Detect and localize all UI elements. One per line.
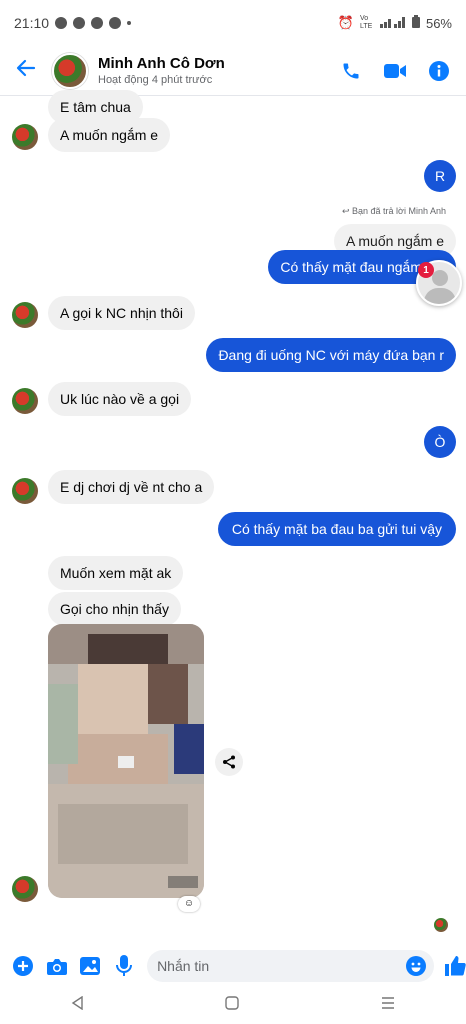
chat-notification-icon — [73, 17, 86, 29]
nav-back-icon[interactable] — [71, 995, 83, 1015]
system-navigation-bar — [0, 986, 466, 1024]
network-label: Vo LTE — [359, 15, 373, 30]
sender-avatar[interactable] — [12, 124, 38, 150]
signal-icon — [379, 16, 406, 31]
video-attachment[interactable] — [48, 624, 204, 898]
back-arrow-icon[interactable] — [14, 58, 38, 84]
nav-home-icon[interactable] — [225, 995, 239, 1015]
incoming-message[interactable]: Muốn xem mặt ak — [48, 556, 184, 590]
message-thread[interactable]: E tâm chua A muốn ngắm e R ↩ Bạn đã trả … — [0, 90, 466, 940]
chat-head-avatar-head — [432, 270, 448, 286]
reply-indicator: ↩ Bạn đã trả lời Minh Anh — [342, 206, 446, 217]
contact-info[interactable]: Minh Anh Cô Dơn Hoạt động 4 phút trước — [98, 55, 225, 86]
reply-note-text: Bạn đã trả lời Minh Anh — [352, 206, 446, 216]
outgoing-message[interactable]: Ò — [424, 426, 456, 458]
contact-avatar[interactable] — [52, 52, 88, 89]
incoming-message[interactable]: A muốn ngắm e — [48, 118, 171, 152]
status-time: 21:10 — [14, 15, 50, 31]
gallery-icon[interactable] — [80, 955, 102, 977]
status-bar: 21:10 ⏰ Vo LTE 56% — [0, 0, 466, 46]
share-button[interactable] — [215, 748, 243, 776]
unread-badge: 1 — [418, 262, 434, 278]
message-input[interactable] — [157, 958, 393, 974]
messenger-notification-icon-2 — [109, 17, 122, 29]
message-input-wrapper — [147, 950, 435, 982]
reply-arrow-icon: ↩ — [341, 206, 353, 216]
contact-presence: Hoạt động 4 phút trước — [98, 74, 213, 86]
sender-avatar[interactable] — [12, 478, 38, 504]
incoming-message[interactable]: E dj chơi dj về nt cho a — [48, 470, 215, 504]
emoji-icon[interactable] — [406, 956, 427, 976]
microphone-icon[interactable] — [113, 955, 135, 977]
incoming-message[interactable]: A gọi k NC nhịn thôi — [48, 296, 195, 330]
battery-icon — [411, 15, 420, 31]
nav-recents-icon[interactable] — [381, 996, 395, 1014]
outgoing-message[interactable]: Có thấy mặt ba đau ba gửi tui vậy — [217, 512, 456, 546]
conversation-header: Minh Anh Cô Dơn Hoạt động 4 phút trước — [0, 46, 466, 96]
share-icon — [223, 755, 235, 769]
sender-avatar[interactable] — [12, 876, 38, 902]
alarm-icon: ⏰ — [337, 15, 354, 30]
outgoing-message[interactable]: Đang đi uống NC với máy đứa bạn r — [206, 338, 456, 372]
outgoing-message[interactable]: R — [424, 160, 456, 192]
sender-avatar[interactable] — [12, 302, 38, 328]
video-call-icon[interactable] — [384, 60, 406, 82]
add-reaction-icon[interactable]: ☺ — [178, 896, 200, 912]
chat-head-avatar-body — [424, 288, 456, 304]
info-icon[interactable] — [428, 60, 450, 82]
incoming-message[interactable]: Uk lúc nào về a gọi — [48, 382, 192, 416]
battery-percent: 56% — [425, 15, 452, 31]
contact-name: Minh Anh Cô Dơn — [98, 55, 225, 72]
plus-icon[interactable] — [12, 955, 34, 977]
message-composer — [0, 946, 466, 986]
camera-icon[interactable] — [46, 955, 68, 977]
sender-avatar[interactable] — [12, 388, 38, 414]
like-thumb-icon[interactable] — [444, 955, 466, 977]
voice-call-icon[interactable] — [340, 60, 362, 82]
more-notifications-dot-icon — [127, 21, 132, 25]
messenger-notification-icon — [55, 17, 68, 29]
incoming-message[interactable]: Gọi cho nhịn thấy — [48, 592, 181, 626]
seen-indicator-avatar — [434, 918, 448, 932]
message-notification-icon — [91, 17, 104, 29]
